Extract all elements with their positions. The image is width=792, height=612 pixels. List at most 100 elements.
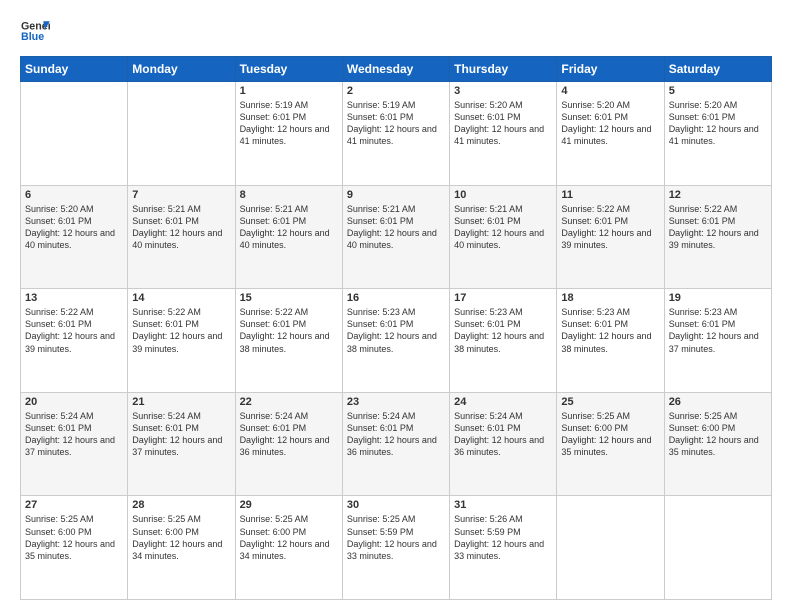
calendar-cell: 20 Sunrise: 5:24 AMSunset: 6:01 PMDayligh… [21, 392, 128, 496]
calendar-cell: 22 Sunrise: 5:24 AMSunset: 6:01 PMDayligh… [235, 392, 342, 496]
calendar-cell: 23 Sunrise: 5:24 AMSunset: 6:01 PMDayligh… [342, 392, 449, 496]
calendar-cell: 21Sunrise: 5:24 AMSunset: 6:01 PMDayligh… [128, 392, 235, 496]
day-number: 27 [25, 499, 123, 511]
day-number: 28 [132, 499, 230, 511]
calendar-cell: 24 Sunrise: 5:24 AMSunset: 6:01 PMDayligh… [450, 392, 557, 496]
day-number: 15 [240, 292, 338, 304]
calendar-cell: 7 Sunrise: 5:21 AMSunset: 6:01 PMDaylight… [128, 185, 235, 289]
calendar-cell: 10 Sunrise: 5:21 AMSunset: 6:01 PMDayligh… [450, 185, 557, 289]
day-detail: Sunrise: 5:22 AMSunset: 6:01 PMDaylight:… [240, 306, 338, 355]
calendar-cell [557, 496, 664, 600]
day-number: 22 [240, 396, 338, 408]
day-detail: Sunrise: 5:20 AMSunset: 6:01 PMDaylight:… [454, 99, 552, 148]
weekday-header-cell: Saturday [664, 57, 771, 82]
calendar-table: SundayMondayTuesdayWednesdayThursdayFrid… [20, 56, 772, 600]
day-detail: Sunrise: 5:23 AMSunset: 6:01 PMDaylight:… [669, 306, 767, 355]
day-detail: Sunrise: 5:24 AMSunset: 6:01 PMDaylight:… [454, 410, 552, 459]
day-detail: Sunrise: 5:22 AMSunset: 6:01 PMDaylight:… [25, 306, 123, 355]
day-number: 20 [25, 396, 123, 408]
header: General Blue [20, 18, 772, 46]
weekday-header-cell: Thursday [450, 57, 557, 82]
day-number: 13 [25, 292, 123, 304]
weekday-header-row: SundayMondayTuesdayWednesdayThursdayFrid… [21, 57, 772, 82]
day-detail: Sunrise: 5:25 AMSunset: 6:00 PMDaylight:… [561, 410, 659, 459]
day-detail: Sunrise: 5:21 AMSunset: 6:01 PMDaylight:… [454, 203, 552, 252]
day-detail: Sunrise: 5:22 AMSunset: 6:01 PMDaylight:… [561, 203, 659, 252]
day-number: 18 [561, 292, 659, 304]
day-number: 11 [561, 189, 659, 201]
weekday-header-cell: Tuesday [235, 57, 342, 82]
calendar-cell: 3 Sunrise: 5:20 AMSunset: 6:01 PMDaylight… [450, 82, 557, 186]
day-number: 30 [347, 499, 445, 511]
calendar-cell: 6 Sunrise: 5:20 AMSunset: 6:01 PMDaylight… [21, 185, 128, 289]
day-detail: Sunrise: 5:25 AMSunset: 6:00 PMDaylight:… [25, 513, 123, 562]
calendar-cell: 27 Sunrise: 5:25 AMSunset: 6:00 PMDayligh… [21, 496, 128, 600]
day-detail: Sunrise: 5:26 AMSunset: 5:59 PMDaylight:… [454, 513, 552, 562]
calendar-cell: 5Sunrise: 5:20 AMSunset: 6:01 PMDaylight… [664, 82, 771, 186]
calendar-cell: 13 Sunrise: 5:22 AMSunset: 6:01 PMDayligh… [21, 289, 128, 393]
day-number: 26 [669, 396, 767, 408]
calendar-cell: 11 Sunrise: 5:22 AMSunset: 6:01 PMDayligh… [557, 185, 664, 289]
day-number: 4 [561, 85, 659, 97]
day-number: 7 [132, 189, 230, 201]
calendar-week-row: 20 Sunrise: 5:24 AMSunset: 6:01 PMDayligh… [21, 392, 772, 496]
day-number: 16 [347, 292, 445, 304]
day-number: 31 [454, 499, 552, 511]
day-number: 23 [347, 396, 445, 408]
day-detail: Sunrise: 5:23 AMSunset: 6:01 PMDaylight:… [561, 306, 659, 355]
calendar-week-row: 27 Sunrise: 5:25 AMSunset: 6:00 PMDayligh… [21, 496, 772, 600]
day-number: 24 [454, 396, 552, 408]
day-detail: Sunrise: 5:20 AMSunset: 6:01 PMDaylight:… [25, 203, 123, 252]
day-number: 1 [240, 85, 338, 97]
day-number: 19 [669, 292, 767, 304]
calendar-cell: 2Sunrise: 5:19 AMSunset: 6:01 PMDaylight… [342, 82, 449, 186]
day-detail: Sunrise: 5:25 AMSunset: 6:00 PMDaylight:… [240, 513, 338, 562]
calendar-cell: 29Sunrise: 5:25 AMSunset: 6:00 PMDayligh… [235, 496, 342, 600]
calendar-cell: 12Sunrise: 5:22 AMSunset: 6:01 PMDayligh… [664, 185, 771, 289]
calendar-cell: 1Sunrise: 5:19 AMSunset: 6:01 PMDaylight… [235, 82, 342, 186]
day-detail: Sunrise: 5:25 AMSunset: 6:00 PMDaylight:… [132, 513, 230, 562]
calendar-cell: 16Sunrise: 5:23 AMSunset: 6:01 PMDayligh… [342, 289, 449, 393]
day-detail: Sunrise: 5:21 AMSunset: 6:01 PMDaylight:… [132, 203, 230, 252]
calendar-cell: 31 Sunrise: 5:26 AMSunset: 5:59 PMDayligh… [450, 496, 557, 600]
day-number: 14 [132, 292, 230, 304]
calendar-body: 1 Sunrise: 5:19 AMSunset: 6:01 PMDaylight… [21, 82, 772, 600]
calendar-cell: 26 Sunrise: 5:25 AMSunset: 6:00 PMDayligh… [664, 392, 771, 496]
page: General Blue SundayMondayTuesdayWednesda… [0, 0, 792, 612]
calendar-cell: 18 Sunrise: 5:23 AMSunset: 6:01 PMDayligh… [557, 289, 664, 393]
day-number: 12 [669, 189, 767, 201]
calendar-cell: 30 Sunrise: 5:25 AMSunset: 5:59 PMDayligh… [342, 496, 449, 600]
calendar-cell: 9Sunrise: 5:21 AMSunset: 6:01 PMDaylight… [342, 185, 449, 289]
day-number: 3 [454, 85, 552, 97]
logo: General Blue [20, 18, 50, 46]
calendar-cell: 25 Sunrise: 5:25 AMSunset: 6:00 PMDayligh… [557, 392, 664, 496]
day-detail: Sunrise: 5:24 AMSunset: 6:01 PMDaylight:… [347, 410, 445, 459]
day-detail: Sunrise: 5:24 AMSunset: 6:01 PMDaylight:… [25, 410, 123, 459]
calendar-cell [21, 82, 128, 186]
day-detail: Sunrise: 5:24 AMSunset: 6:01 PMDaylight:… [240, 410, 338, 459]
calendar-cell: 17 Sunrise: 5:23 AMSunset: 6:01 PMDayligh… [450, 289, 557, 393]
weekday-header-cell: Sunday [21, 57, 128, 82]
calendar-week-row: 13 Sunrise: 5:22 AMSunset: 6:01 PMDayligh… [21, 289, 772, 393]
day-number: 10 [454, 189, 552, 201]
day-detail: Sunrise: 5:21 AMSunset: 6:01 PMDaylight:… [240, 203, 338, 252]
day-number: 25 [561, 396, 659, 408]
day-detail: Sunrise: 5:24 AMSunset: 6:01 PMDaylight:… [132, 410, 230, 459]
day-detail: Sunrise: 5:25 AMSunset: 6:00 PMDaylight:… [669, 410, 767, 459]
day-number: 5 [669, 85, 767, 97]
day-detail: Sunrise: 5:25 AMSunset: 5:59 PMDaylight:… [347, 513, 445, 562]
day-detail: Sunrise: 5:23 AMSunset: 6:01 PMDaylight:… [454, 306, 552, 355]
calendar-week-row: 6 Sunrise: 5:20 AMSunset: 6:01 PMDaylight… [21, 185, 772, 289]
day-detail: Sunrise: 5:21 AMSunset: 6:01 PMDaylight:… [347, 203, 445, 252]
day-number: 6 [25, 189, 123, 201]
day-detail: Sunrise: 5:19 AMSunset: 6:01 PMDaylight:… [347, 99, 445, 148]
calendar-cell: 14 Sunrise: 5:22 AMSunset: 6:01 PMDayligh… [128, 289, 235, 393]
calendar-week-row: 1 Sunrise: 5:19 AMSunset: 6:01 PMDaylight… [21, 82, 772, 186]
calendar-cell: 19 Sunrise: 5:23 AMSunset: 6:01 PMDayligh… [664, 289, 771, 393]
calendar-cell: 8Sunrise: 5:21 AMSunset: 6:01 PMDaylight… [235, 185, 342, 289]
calendar-cell [664, 496, 771, 600]
day-number: 17 [454, 292, 552, 304]
day-detail: Sunrise: 5:22 AMSunset: 6:01 PMDaylight:… [132, 306, 230, 355]
weekday-header-cell: Monday [128, 57, 235, 82]
weekday-header-cell: Friday [557, 57, 664, 82]
